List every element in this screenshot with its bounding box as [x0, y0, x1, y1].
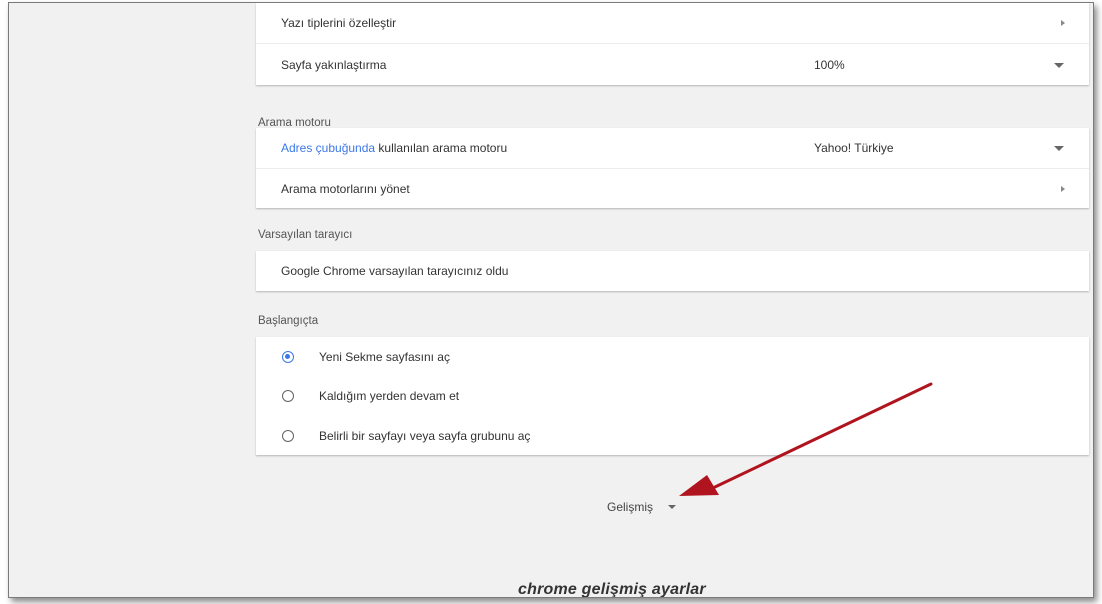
settings-screenshot-frame: Yazı tiplerini özelleştir Sayfa yakınlaş…: [8, 2, 1094, 598]
caption-text: chrome gelişmiş ayarlar: [518, 581, 706, 598]
annotation-arrow: [679, 382, 933, 496]
